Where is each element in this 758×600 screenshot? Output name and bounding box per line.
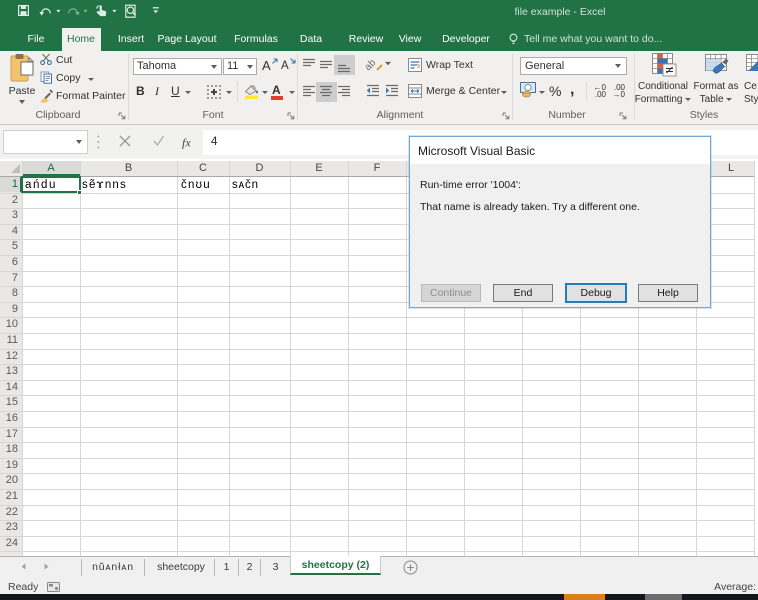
svg-text:ab: ab <box>363 57 379 73</box>
svg-text:fx: fx <box>182 136 191 150</box>
